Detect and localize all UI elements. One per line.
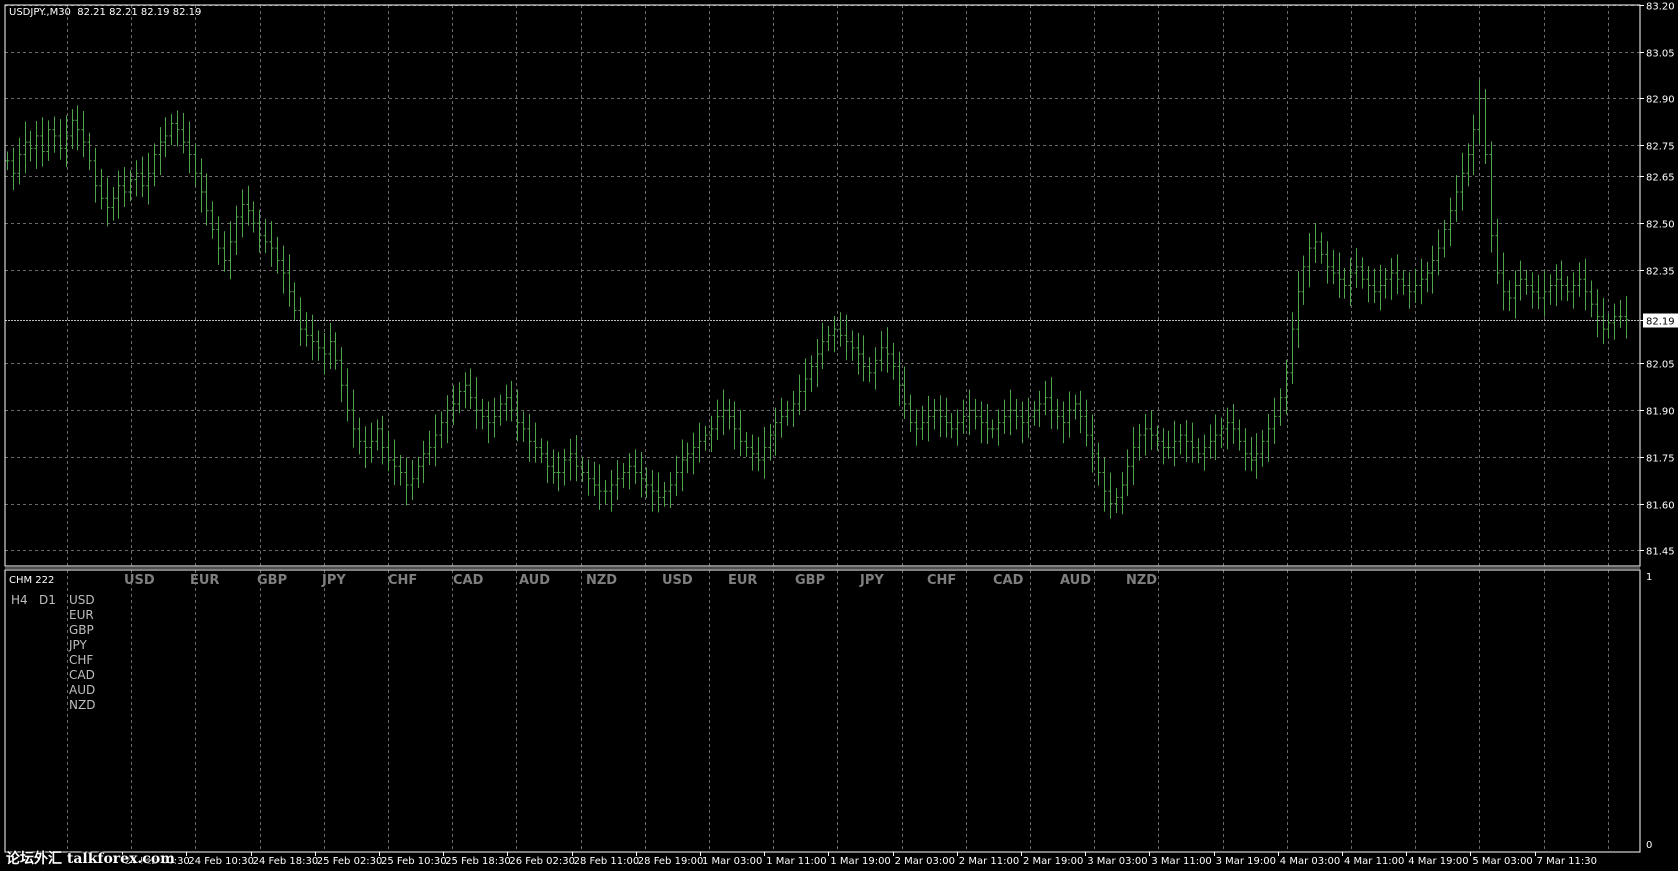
- indicator-currency-aud: AUD: [519, 573, 551, 588]
- indicator-currency-cad: CAD: [453, 573, 484, 588]
- time-label: 28 Feb 11:00: [574, 856, 640, 867]
- currency-row-gbp: GBP: [69, 623, 94, 637]
- indicator-name: CHM 222: [9, 575, 55, 586]
- time-label: 5 Mar 03:00: [1472, 856, 1532, 867]
- price-tick-label: 82.50: [1646, 220, 1675, 231]
- currency-row-chf: CHF: [69, 653, 94, 667]
- currency-row-jpy: JPY: [69, 638, 87, 652]
- indicator-axis-top: 1: [1646, 572, 1652, 583]
- price-tick-label: 81.60: [1646, 501, 1675, 512]
- indicator-currency-aud: AUD: [1060, 573, 1092, 588]
- indicator-currency-jpy: JPY: [860, 573, 884, 588]
- indicator-pane-border: [4, 569, 1641, 853]
- current-price-label: 82.19: [1646, 317, 1675, 328]
- time-label: 1 Mar 19:00: [830, 856, 890, 867]
- price-tick-label: 83.05: [1646, 49, 1675, 60]
- indicator-axis-bottom: 0: [1646, 840, 1652, 851]
- timeframe-d1: D1: [39, 593, 56, 607]
- chart-canvas[interactable]: 83.20 83.05 82.90 82.75 82.65 82.50 82.35 82.19…: [0, 0, 1678, 871]
- time-label: 1 Mar 03:00: [702, 856, 762, 867]
- time-label: 3 Mar 19:00: [1216, 856, 1276, 867]
- indicator-currency-gbp: GBP: [795, 573, 826, 588]
- time-label: 1 Mar 11:00: [766, 856, 826, 867]
- price-tick-label: 82.05: [1646, 360, 1675, 371]
- indicator-currency-nzd: NZD: [586, 573, 618, 588]
- chart-window: 83.20 83.05 82.90 82.75 82.65 82.50 82.35 82.19…: [0, 0, 1678, 871]
- time-axis: 24 Feb 02:3024 Feb 10:3024 Feb 18:3025 F…: [122, 852, 1597, 867]
- indicator-currency-gbp: GBP: [257, 573, 288, 588]
- price-axis: 83.20 83.05 82.90 82.75 82.65 82.50 82.35 82.19…: [1640, 2, 1678, 851]
- price-tick-label: 82.75: [1646, 142, 1675, 153]
- pane-borders: [4, 4, 1641, 853]
- indicator-currency-eur: EUR: [190, 573, 220, 588]
- time-label: 4 Mar 11:00: [1344, 856, 1404, 867]
- price-tick-label: 81.90: [1646, 407, 1675, 418]
- indicator-currency-eur: EUR: [728, 573, 758, 588]
- price-tick-label: 82.35: [1646, 267, 1675, 278]
- time-label: 28 Feb 19:00: [638, 856, 704, 867]
- currency-row-cad: CAD: [69, 668, 95, 682]
- currency-row-aud: AUD: [69, 683, 96, 697]
- time-label: 25 Feb 18:30: [445, 856, 511, 867]
- grid: [5, 5, 1640, 852]
- time-label: 4 Mar 03:00: [1280, 856, 1340, 867]
- time-label: 25 Feb 02:30: [317, 856, 383, 867]
- time-label: 3 Mar 03:00: [1087, 856, 1147, 867]
- indicator-currency-usd: USD: [662, 573, 693, 588]
- indicator-currency-nzd: NZD: [1126, 573, 1158, 588]
- price-tick-label: 83.20: [1646, 2, 1675, 13]
- ohlc-values: 82.21 82.21 82.19 82.19: [77, 7, 202, 18]
- indicator-currency-chf: CHF: [388, 573, 418, 588]
- symbol-info: USDJPY.,M30 82.21 82.21 82.19 82.19: [9, 7, 201, 19]
- time-label: 4 Mar 19:00: [1408, 856, 1468, 867]
- time-label: 2 Mar 03:00: [895, 856, 955, 867]
- time-label: 2 Mar 11:00: [959, 856, 1019, 867]
- time-label: 24 Feb 18:30: [253, 856, 319, 867]
- time-label: 7 Mar 11:30: [1537, 856, 1597, 867]
- symbol-label: USDJPY.,M30: [9, 7, 71, 18]
- timeframe-h4: H4: [11, 593, 28, 607]
- currency-row-nzd: NZD: [69, 698, 96, 712]
- main-pane-border: [4, 4, 1641, 567]
- time-label: 3 Mar 11:00: [1151, 856, 1211, 867]
- indicator-currency-jpy: JPY: [322, 573, 346, 588]
- indicator-currency-cad: CAD: [993, 573, 1024, 588]
- currency-row-usd: USD: [69, 593, 95, 607]
- price-tick-label: 81.75: [1646, 454, 1675, 465]
- price-tick-label: 81.45: [1646, 547, 1675, 558]
- watermark-text: 论坛外汇 talkforex.com: [6, 851, 175, 867]
- price-tick-label: 82.90: [1646, 95, 1675, 106]
- time-label: 25 Feb 10:30: [381, 856, 447, 867]
- time-label: 2 Mar 19:00: [1023, 856, 1083, 867]
- indicator-currency-chf: CHF: [927, 573, 957, 588]
- time-label: 24 Feb 10:30: [188, 856, 254, 867]
- price-tick-label: 82.65: [1646, 173, 1675, 184]
- indicator-currency-usd: USD: [124, 573, 155, 588]
- currency-row-eur: EUR: [69, 608, 94, 622]
- time-label: 26 Feb 02:30: [509, 856, 575, 867]
